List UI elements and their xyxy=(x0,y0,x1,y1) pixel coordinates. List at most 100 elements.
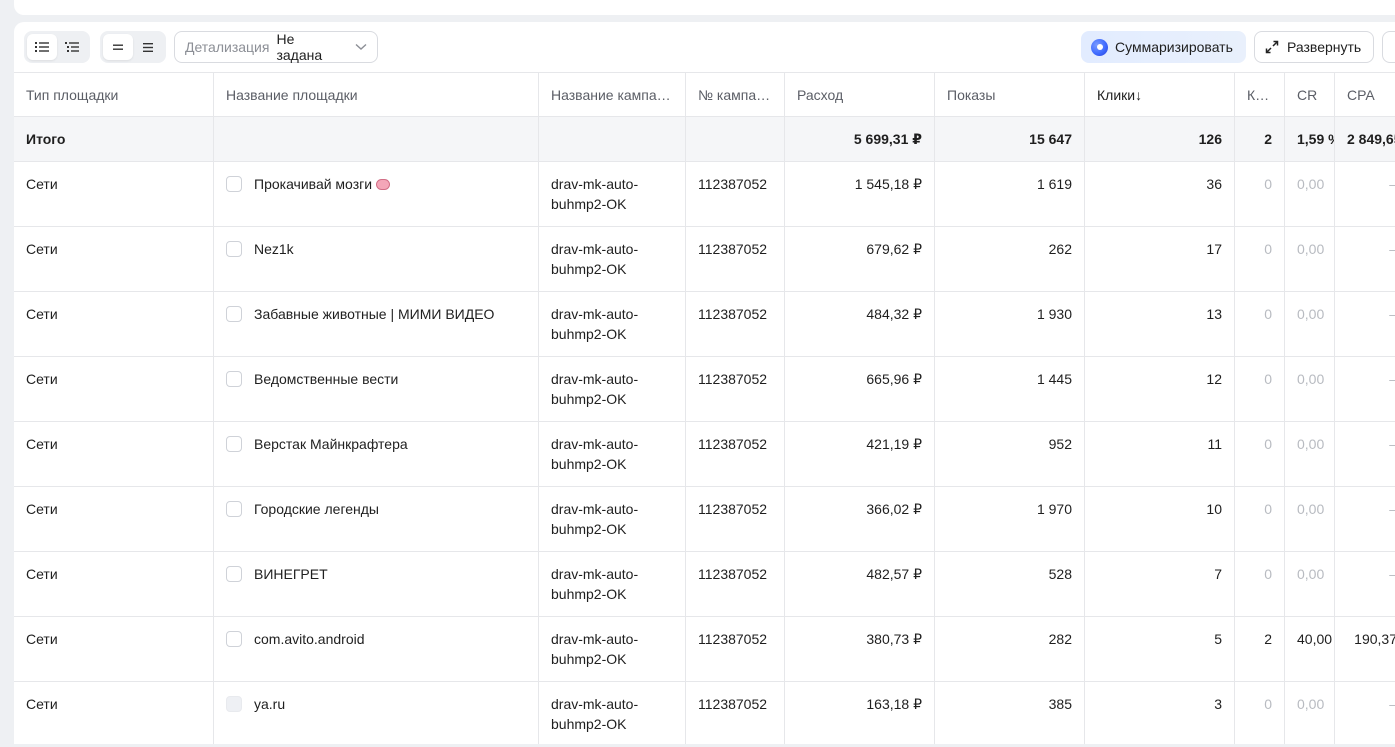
site-name-cell: ВИНЕГРЕТ xyxy=(214,552,539,617)
summarize-button[interactable]: Суммаризировать xyxy=(1081,31,1246,63)
table-row: Сети Городские легенды drav-mk-auto-buhmp2… xyxy=(14,487,1395,552)
tree-view-button[interactable] xyxy=(57,34,87,60)
clicks-cell: 7 xyxy=(1085,552,1235,617)
site-name-cell: Ведомственные вести xyxy=(214,357,539,422)
campaign-name-cell: drav-mk-auto-buhmp2-OK xyxy=(539,422,686,487)
site-name-text[interactable]: Прокачивай мозги xyxy=(254,176,391,192)
campaign-name-cell: drav-mk-auto-buhmp2-OK xyxy=(539,162,686,227)
site-name-text[interactable]: Забавные животные | МИМИ ВИДЕО xyxy=(254,306,494,322)
cr-cell: 0,00 xyxy=(1285,162,1335,227)
conversions-cell: 0 xyxy=(1235,292,1285,357)
total-impressions: 15 647 xyxy=(935,117,1085,162)
cpa-cell: – xyxy=(1335,292,1395,357)
ai-assistant-icon xyxy=(1091,38,1108,56)
spend-cell: 484,32 ₽ xyxy=(785,292,935,357)
site-name-cell: ya.ru xyxy=(214,682,539,744)
table-row: Сети Верстак Майнкрафтера drav-mk-auto-bu… xyxy=(14,422,1395,487)
column-header-site-name[interactable]: Название площадки xyxy=(214,72,539,117)
site-name-text[interactable]: ya.ru xyxy=(254,696,285,712)
compact-density-button[interactable] xyxy=(103,34,133,60)
impressions-cell: 262 xyxy=(935,227,1085,292)
campaign-number-cell: 112387052 xyxy=(686,422,785,487)
detail-select-label: Детализация xyxy=(185,39,270,55)
site-name-cell: com.avito.android xyxy=(214,617,539,682)
column-header-cpa[interactable]: CPA xyxy=(1335,72,1395,117)
detail-select[interactable]: Детализация Не задана xyxy=(174,31,378,63)
total-empty-cell xyxy=(686,117,785,162)
site-name-cell: Забавные животные | МИМИ ВИДЕО xyxy=(214,292,539,357)
column-header-site-type[interactable]: Тип площадки xyxy=(14,72,214,117)
total-row: Итого 5 699,31 ₽ 15 647 126 2 1,59 % 2 8… xyxy=(14,117,1395,162)
site-name-cell: Верстак Майнкрафтера xyxy=(214,422,539,487)
site-name-cell: Городские легенды xyxy=(214,487,539,552)
site-name-wrapper: Забавные животные | МИМИ ВИДЕО xyxy=(226,306,526,322)
total-cpa: 2 849,65 xyxy=(1335,117,1395,162)
total-cr: 1,59 % xyxy=(1285,117,1335,162)
campaign-number-cell: 112387052 xyxy=(686,357,785,422)
campaign-name-cell: drav-mk-auto-buhmp2-OK xyxy=(539,357,686,422)
site-name-text[interactable]: com.avito.android xyxy=(254,631,365,647)
column-header-conversions[interactable]: К… xyxy=(1235,72,1285,117)
cr-cell: 0,00 xyxy=(1285,357,1335,422)
campaign-number-cell: 112387052 xyxy=(686,552,785,617)
cr-cell: 0,00 xyxy=(1285,682,1335,744)
row-checkbox[interactable] xyxy=(226,696,242,712)
toolbar: Детализация Не задана Суммаризировать Ра… xyxy=(14,22,1395,72)
row-checkbox[interactable] xyxy=(226,631,242,647)
column-header-impressions[interactable]: Показы xyxy=(935,72,1085,117)
row-checkbox[interactable] xyxy=(226,501,242,517)
expand-button[interactable]: Развернуть xyxy=(1254,31,1374,63)
normal-density-button[interactable] xyxy=(133,34,163,60)
site-name-label: Прокачивай мозги xyxy=(254,176,373,192)
campaign-name-cell: drav-mk-auto-buhmp2-OK xyxy=(539,487,686,552)
impressions-cell: 1 970 xyxy=(935,487,1085,552)
impressions-cell: 528 xyxy=(935,552,1085,617)
site-name-cell: Прокачивай мозги xyxy=(214,162,539,227)
clicks-cell: 10 xyxy=(1085,487,1235,552)
column-header-campaign-number[interactable]: № кампа… xyxy=(686,72,785,117)
site-type-cell: Сети xyxy=(14,357,214,422)
site-name-text[interactable]: ВИНЕГРЕТ xyxy=(254,566,328,582)
spend-cell: 482,57 ₽ xyxy=(785,552,935,617)
site-name-wrapper: Прокачивай мозги xyxy=(226,176,526,192)
row-checkbox[interactable] xyxy=(226,306,242,322)
site-name-label: Городские легенды xyxy=(254,501,379,517)
site-name-text[interactable]: Верстак Майнкрафтера xyxy=(254,436,408,452)
table-row: Сети ВИНЕГРЕТ drav-mk-auto-buhmp2-OK 112387… xyxy=(14,552,1395,617)
nested-list-icon xyxy=(65,42,79,52)
total-spend: 5 699,31 ₽ xyxy=(785,117,935,162)
site-type-cell: Сети xyxy=(14,227,214,292)
total-clicks: 126 xyxy=(1085,117,1235,162)
site-name-text[interactable]: Ведомственные вести xyxy=(254,371,398,387)
column-header-clicks[interactable]: Клики↓ xyxy=(1085,72,1235,117)
clicks-cell: 36 xyxy=(1085,162,1235,227)
column-header-cr[interactable]: CR xyxy=(1285,72,1335,117)
site-name-text[interactable]: Городские легенды xyxy=(254,501,379,517)
conversions-cell: 0 xyxy=(1235,487,1285,552)
column-header-spend[interactable]: Расход xyxy=(785,72,935,117)
more-button[interactable] xyxy=(1382,31,1395,63)
row-checkbox[interactable] xyxy=(226,371,242,387)
conversions-cell: 0 xyxy=(1235,357,1285,422)
spend-cell: 366,02 ₽ xyxy=(785,487,935,552)
row-checkbox[interactable] xyxy=(226,176,242,192)
clicks-cell: 12 xyxy=(1085,357,1235,422)
row-checkbox[interactable] xyxy=(226,241,242,257)
spend-cell: 679,62 ₽ xyxy=(785,227,935,292)
lines-icon xyxy=(143,42,153,52)
clicks-cell: 11 xyxy=(1085,422,1235,487)
cpa-cell: – xyxy=(1335,227,1395,292)
table-row: Сети Nez1k drav-mk-auto-buhmp2-OK 112387052… xyxy=(14,227,1395,292)
table-row: Сети com.avito.android drav-mk-auto-buhmp2… xyxy=(14,617,1395,682)
site-name-wrapper: com.avito.android xyxy=(226,631,526,647)
cpa-cell: – xyxy=(1335,552,1395,617)
site-name-text[interactable]: Nez1k xyxy=(254,241,294,257)
row-checkbox[interactable] xyxy=(226,436,242,452)
row-checkbox[interactable] xyxy=(226,566,242,582)
list-view-button[interactable] xyxy=(27,34,57,60)
cr-cell: 0,00 xyxy=(1285,487,1335,552)
site-name-wrapper: ya.ru xyxy=(226,696,526,712)
column-header-campaign-name[interactable]: Название кампа… xyxy=(539,72,686,117)
report-panel: Детализация Не задана Суммаризировать Ра… xyxy=(14,22,1395,744)
density-toggle xyxy=(100,31,166,63)
